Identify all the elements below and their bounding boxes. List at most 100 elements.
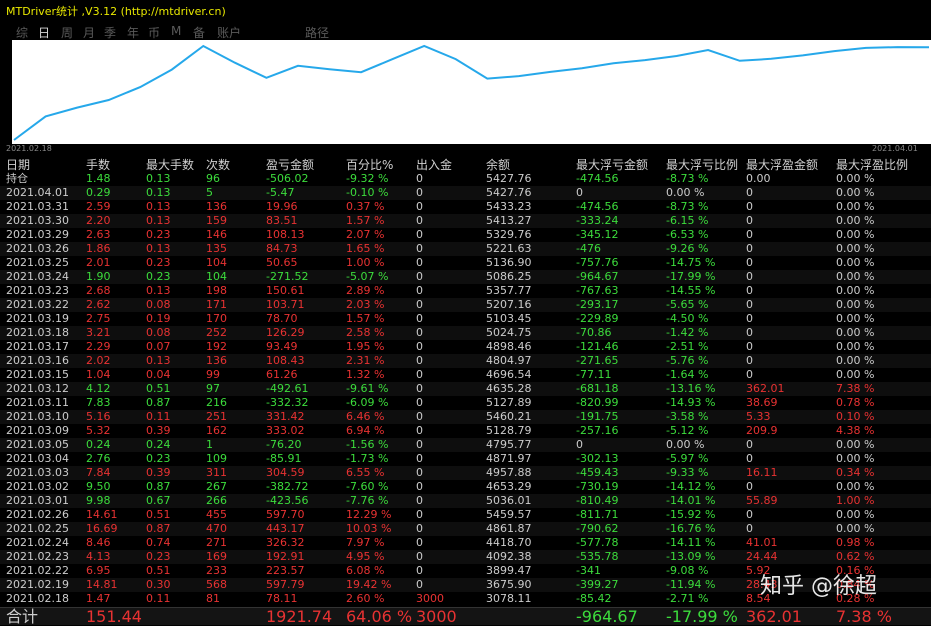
table-row[interactable]: 2021.03.24 1.90 0.23 104 -271.52 -5.07 % 0 5086… (0, 270, 931, 284)
column-header[interactable]: 最大手数 (146, 158, 194, 172)
table-cell: 0.13 (146, 186, 171, 199)
table-row[interactable]: 2021.02.23 4.13 0.23 169 192.91 4.95 % 0 4092.3… (0, 550, 931, 564)
table-cell: 2.29 (86, 340, 111, 353)
table-row[interactable]: 2021.03.26 1.86 0.13 135 84.73 1.65 % 0 5221.63… (0, 242, 931, 256)
table-cell: -535.78 (576, 550, 619, 563)
table-cell: 0 (416, 396, 423, 409)
column-header[interactable]: 余额 (486, 158, 510, 172)
tab-9[interactable]: 账户 (217, 24, 241, 41)
table-cell: 0.00 % (836, 270, 875, 283)
table-cell: 2021.03.04 (6, 452, 69, 465)
table-cell: 99 (206, 368, 220, 381)
table-cell: 4861.87 (486, 522, 532, 535)
table-cell: -13.09 % (666, 550, 716, 563)
table-row[interactable]: 2021.03.12 4.12 0.51 97 -492.61 -9.61 % 0 4635.… (0, 382, 931, 396)
table-cell: 4804.97 (486, 354, 532, 367)
table-row[interactable]: 2021.03.22 2.62 0.08 171 103.71 2.03 % 0 5207.1… (0, 298, 931, 312)
total-row: 合计 151.44 1921.74 64.06 % 3000 -964.67 -17.99 … (0, 607, 931, 625)
table-row[interactable]: 2021.03.19 2.75 0.19 170 78.70 1.57 % 0 5103.45… (0, 312, 931, 326)
table-cell: 0 (416, 508, 423, 521)
table-cell: 2021.02.19 (6, 578, 69, 591)
column-header[interactable]: 最大浮亏比例 (666, 158, 738, 172)
table-cell: 0.29 (86, 186, 111, 199)
column-header[interactable]: 日期 (6, 158, 30, 172)
table-cell: 4653.29 (486, 480, 532, 493)
table-row[interactable]: 2021.03.09 5.32 0.39 162 333.02 6.94 % 0 5128.7… (0, 424, 931, 438)
column-header[interactable]: 手数 (86, 158, 110, 172)
table-row[interactable]: 2021.03.05 0.24 0.24 1 -76.20 -1.56 % 0 4795.77… (0, 438, 931, 452)
tab-5[interactable]: 年 (127, 24, 139, 41)
table-cell: 2021.03.30 (6, 214, 69, 227)
table-row[interactable]: 2021.04.01 0.29 0.13 5 -5.47 -0.10 % 0 5427.76 0… (0, 186, 931, 200)
table-row[interactable]: 2021.03.02 9.50 0.87 267 -382.72 -7.60 % 0 4653… (0, 480, 931, 494)
column-header[interactable]: 百分比% (346, 158, 393, 172)
table-cell: 0 (416, 536, 423, 549)
table-cell: 146 (206, 228, 227, 241)
table-cell: -271.65 (576, 354, 619, 367)
table-cell: 5221.63 (486, 242, 532, 255)
column-header[interactable]: 最大浮盈比例 (836, 158, 908, 172)
table-row[interactable]: 2021.03.25 2.01 0.23 104 50.65 1.00 % 0 5136.90… (0, 256, 931, 270)
table-cell: -9.26 % (666, 242, 709, 255)
tab-10[interactable]: 路径 (305, 24, 329, 41)
column-header[interactable]: 盈亏金额 (266, 158, 314, 172)
table-cell: 0.23 (146, 256, 171, 269)
tab-1[interactable]: 日 (38, 24, 50, 41)
table-row[interactable]: 2021.03.17 2.29 0.07 192 93.49 1.95 % 0 4898.46… (0, 340, 931, 354)
table-cell: 0.51 (146, 382, 171, 395)
table-row[interactable]: 持仓 1.48 0.13 96 -506.02 -9.32 % 0 5427.76 -474.5… (0, 172, 931, 186)
table-cell: 0 (746, 326, 753, 339)
table-row[interactable]: 2021.02.24 8.46 0.74 271 326.32 7.97 % 0 4418.7… (0, 536, 931, 550)
table-cell: 0.87 (146, 480, 171, 493)
table-cell: -399.27 (576, 578, 619, 591)
table-cell: 5427.76 (486, 172, 532, 185)
table-row[interactable]: 2021.03.03 7.84 0.39 311 304.59 6.55 % 0 4957.8… (0, 466, 931, 480)
table-cell: 0.78 % (836, 396, 875, 409)
column-header[interactable]: 最大浮亏金额 (576, 158, 648, 172)
table-cell: -5.47 (266, 186, 295, 199)
table-cell: 0.13 (146, 284, 171, 297)
table-cell: 0.00 % (836, 326, 875, 339)
table-row[interactable]: 2021.03.01 9.98 0.67 266 -423.56 -7.76 % 0 5036… (0, 494, 931, 508)
table-cell: 2021.03.23 (6, 284, 69, 297)
table-row[interactable]: 2021.03.04 2.76 0.23 109 -85.91 -1.73 % 0 4871.… (0, 452, 931, 466)
table-row[interactable]: 2021.02.25 16.69 0.87 470 443.17 10.03 % 0 4861… (0, 522, 931, 536)
table-cell: 0 (746, 270, 753, 283)
tab-4[interactable]: 季 (104, 24, 116, 41)
table-cell: 1.48 (86, 172, 111, 185)
table-cell: 0 (416, 214, 423, 227)
table-row[interactable]: 2021.03.23 2.68 0.13 198 150.61 2.89 % 0 5357.7… (0, 284, 931, 298)
tab-7[interactable]: M (171, 24, 181, 38)
table-row[interactable]: 2021.03.30 2.20 0.13 159 83.51 1.57 % 0 5413.27… (0, 214, 931, 228)
chart-x-end-label: 2021.04.01 (872, 144, 918, 153)
table-cell: 2.89 % (346, 284, 385, 297)
table-cell: 2.03 % (346, 298, 385, 311)
table-row[interactable]: 2021.03.16 2.02 0.13 136 108.43 2.31 % 0 4804.9… (0, 354, 931, 368)
table-row[interactable]: 2021.02.26 14.61 0.51 455 597.70 12.29 % 0 5459… (0, 508, 931, 522)
tab-3[interactable]: 月 (83, 24, 95, 41)
table-cell: 19.42 % (346, 578, 392, 591)
table-cell: -77.11 (576, 368, 612, 381)
table-cell: 0.24 (86, 438, 111, 451)
table-row[interactable]: 2021.03.15 1.04 0.04 99 61.26 1.32 % 0 4696.54 -… (0, 368, 931, 382)
table-cell: 159 (206, 214, 227, 227)
table-cell: 6.46 % (346, 410, 385, 423)
column-header[interactable]: 出入金 (416, 158, 452, 172)
tab-8[interactable]: 备 (193, 24, 205, 41)
tab-0[interactable]: 综 (16, 24, 28, 41)
table-cell: -271.52 (266, 270, 309, 283)
table-cell: 0.13 (146, 354, 171, 367)
table-row[interactable]: 2021.03.11 7.83 0.87 216 -332.32 -6.09 % 0 5127… (0, 396, 931, 410)
table-cell: 0.51 (146, 508, 171, 521)
table-cell: 2021.03.25 (6, 256, 69, 269)
table-cell: -730.19 (576, 480, 619, 493)
table-cell: 7.38 % (836, 382, 875, 395)
table-row[interactable]: 2021.03.10 5.16 0.11 251 331.42 6.46 % 0 5460.2… (0, 410, 931, 424)
column-header[interactable]: 最大浮盈金额 (746, 158, 818, 172)
tab-2[interactable]: 周 (61, 24, 73, 41)
column-header[interactable]: 次数 (206, 158, 230, 172)
table-row[interactable]: 2021.03.31 2.59 0.13 136 19.96 0.37 % 0 5433.23… (0, 200, 931, 214)
table-row[interactable]: 2021.03.18 3.21 0.08 252 126.29 2.58 % 0 5024.7… (0, 326, 931, 340)
table-row[interactable]: 2021.03.29 2.63 0.23 146 108.13 2.07 % 0 5329.7… (0, 228, 931, 242)
tab-6[interactable]: 币 (148, 24, 160, 41)
